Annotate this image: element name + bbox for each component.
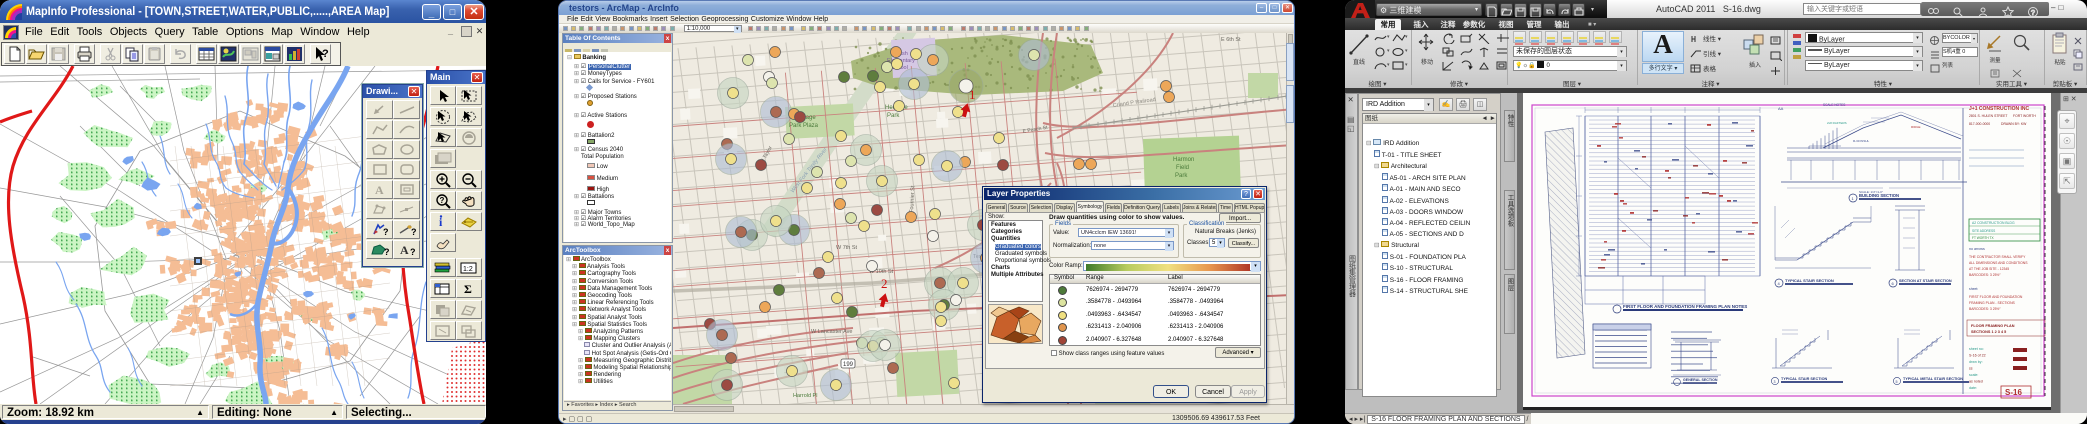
svg-text:TYPICAL METAL STAIR SECTION: TYPICAL METAL STAIR SECTION bbox=[1903, 377, 1963, 381]
svg-text:A: A bbox=[400, 243, 409, 257]
svg-text:RIDGE: RIDGE bbox=[1911, 125, 1921, 129]
svg-text:1:2: 1:2 bbox=[463, 266, 473, 273]
svg-text:date:: date: bbox=[1969, 386, 1977, 390]
svg-text:SECTION AT STAIR SECTION: SECTION AT STAIR SECTION bbox=[1899, 279, 1952, 283]
svg-text:?: ? bbox=[322, 48, 329, 60]
svg-text:AA: AA bbox=[1778, 106, 1784, 111]
svg-text:THE CONTRACTOR SHALL VERIFY: THE CONTRACTOR SHALL VERIFY bbox=[1969, 255, 2026, 259]
svg-text:Park: Park bbox=[887, 113, 900, 119]
svg-text:SECTIONS 1 2 3 4 5: SECTIONS 1 2 3 4 5 bbox=[1971, 330, 2006, 334]
svg-text:5: 5 bbox=[1896, 380, 1898, 384]
svg-text:?: ? bbox=[410, 247, 416, 257]
svg-text:TYPICAL STAIR SECTION: TYPICAL STAIR SECTION bbox=[1785, 278, 1834, 283]
svg-text:as noted: as noted bbox=[1969, 380, 1983, 384]
svg-text:2: 2 bbox=[881, 276, 888, 291]
svg-text:A: A bbox=[375, 183, 384, 197]
svg-text:?: ? bbox=[2031, 10, 2035, 17]
svg-text:Park: Park bbox=[1175, 173, 1188, 179]
svg-text:ALL DIMENSIONS AND CONDITIONS: ALL DIMENSIONS AND CONDITIONS bbox=[1969, 261, 2028, 265]
svg-text:no arrows: no arrows bbox=[1969, 247, 1985, 251]
svg-text:sheet:: sheet: bbox=[1969, 287, 1978, 291]
svg-text:drwn by:: drwn by: bbox=[1969, 360, 1983, 364]
svg-text:2x8 RAFTERS: 2x8 RAFTERS bbox=[1827, 121, 1847, 125]
svg-text:Field: Field bbox=[1176, 165, 1189, 171]
svg-text:Harmon: Harmon bbox=[1173, 157, 1194, 163]
svg-text:?: ? bbox=[384, 247, 390, 257]
svg-text:199: 199 bbox=[843, 362, 854, 368]
svg-text:3: 3 bbox=[1774, 380, 1776, 384]
svg-text:FIRST FLOOR AND FOUNDATION FRA: FIRST FLOOR AND FOUNDATION FRAMING PLAN … bbox=[1623, 304, 1747, 309]
svg-text:FT WORTH TX: FT WORTH TX bbox=[1972, 236, 1994, 240]
svg-text:S-16 of 22: S-16 of 22 bbox=[1969, 354, 1986, 358]
svg-text:W 7th St: W 7th St bbox=[836, 245, 858, 251]
svg-text:A2 CONSTRUCTION BLDG: A2 CONSTRUCTION BLDG bbox=[1972, 221, 2015, 225]
svg-text:SITE ADDRESS: SITE ADDRESS bbox=[1972, 229, 1995, 233]
svg-text:DRAWN BY: KW: DRAWN BY: KW bbox=[2001, 122, 2027, 126]
svg-text:GENERAL SECTION: GENERAL SECTION bbox=[1683, 378, 1718, 382]
svg-text:SCALE: 1/4"=1-0": SCALE: 1/4"=1-0" bbox=[1859, 190, 1883, 194]
svg-text:?: ? bbox=[383, 227, 389, 237]
svg-text:FRAMING PLAN - SECTIONS: FRAMING PLAN - SECTIONS bbox=[1969, 301, 2016, 305]
svg-text:AT THE JOB SITE - 12345: AT THE JOB SITE - 12345 bbox=[1969, 267, 2009, 271]
svg-text:TYPICAL STAIR SECTION: TYPICAL STAIR SECTION bbox=[1781, 377, 1828, 381]
svg-text:2801 S. HULEN STREET: 2801 S. HULEN STREET bbox=[1969, 114, 2007, 118]
svg-text:SCALE NOTES: SCALE NOTES bbox=[1823, 103, 1845, 107]
svg-text:Σ: Σ bbox=[464, 282, 472, 296]
svg-text:S-16: S-16 bbox=[2005, 388, 2022, 397]
svg-text:FLOOR FRAMING PLAN: FLOOR FRAMING PLAN bbox=[1971, 324, 2015, 328]
svg-text:W Lancaster Ave: W Lancaster Ave bbox=[811, 329, 852, 335]
svg-text:Harrold Pl: Harrold Pl bbox=[793, 393, 817, 399]
svg-text:FIRST FLOOR AND FOUNDATION: FIRST FLOOR AND FOUNDATION bbox=[1969, 295, 2023, 299]
svg-text:BARCODES: 3 25½": BARCODES: 3 25½" bbox=[1969, 273, 2001, 277]
svg-text:sheet no:: sheet no: bbox=[1969, 347, 1984, 351]
svg-text:Park Plaza: Park Plaza bbox=[789, 123, 819, 129]
svg-text:J+1 CONSTRUCTION INC: J+1 CONSTRUCTION INC bbox=[1969, 106, 2030, 112]
svg-text:1: 1 bbox=[969, 87, 976, 102]
svg-text:?: ? bbox=[440, 196, 445, 205]
svg-text:R-30 INSUL: R-30 INSUL bbox=[1853, 139, 1870, 143]
svg-text:?: ? bbox=[411, 227, 417, 237]
svg-text:scale:: scale: bbox=[1969, 373, 1978, 377]
svg-text:FORT WORTH: FORT WORTH bbox=[2013, 114, 2036, 118]
svg-text:ss: ss bbox=[1969, 367, 1973, 371]
svg-text:E 6th St: E 6th St bbox=[1221, 37, 1241, 43]
svg-text:BARCODES: 3 25½": BARCODES: 3 25½" bbox=[1969, 307, 2001, 311]
svg-text:817-000-0000: 817-000-0000 bbox=[1969, 122, 1990, 126]
